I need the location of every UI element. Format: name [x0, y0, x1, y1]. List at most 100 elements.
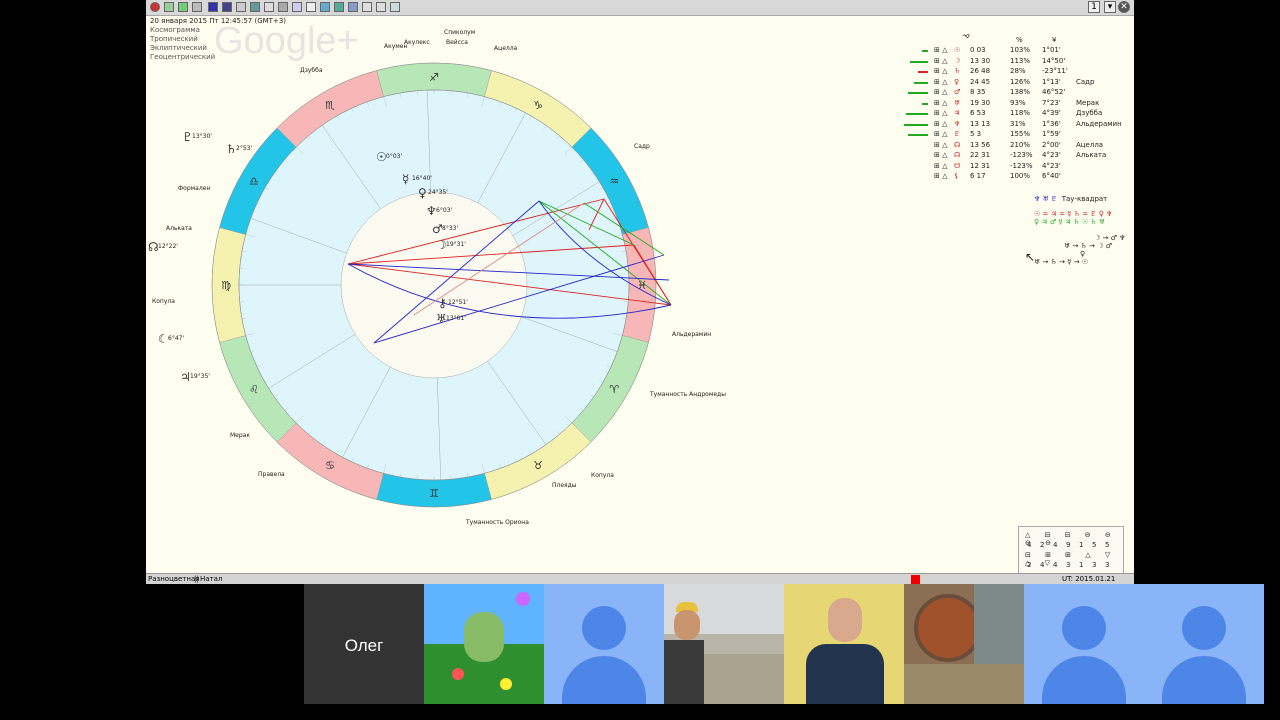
planet-sun-label: 0°03' — [386, 153, 402, 160]
row-degree: 13 13 — [970, 119, 991, 128]
row-value: 1°01' — [1042, 46, 1061, 54]
participant-tile-oleg[interactable]: Олег — [304, 584, 424, 704]
star-label: Туманность Андромеды — [649, 391, 726, 398]
row-percent: 126% — [1010, 77, 1031, 86]
star-label: Копула — [152, 298, 175, 305]
legend-count: 1 — [1079, 541, 1084, 549]
row-degree: 0 03 — [970, 46, 986, 54]
row-star: Альдерамин — [1076, 119, 1122, 128]
avatar-icon — [582, 606, 626, 650]
participant-tile-artwork[interactable] — [904, 584, 1024, 704]
row-bar — [906, 113, 928, 115]
tau-label: Тау-квадрат — [1061, 195, 1108, 203]
star-label: Акулекс — [404, 39, 430, 46]
row-bar — [908, 92, 928, 94]
row-value: 4°23' — [1042, 161, 1061, 170]
planet-chiron-label: 12°51' — [448, 299, 468, 306]
row-value: 1°36' — [1042, 119, 1061, 128]
star-label: Ацелла — [494, 45, 518, 52]
row-degree: 5 3 — [970, 130, 982, 138]
row-star: Ацелла — [1076, 140, 1104, 149]
aspect-row: ⊞ △ ☉ 0 03 103% 1°01' — [892, 46, 1132, 56]
star-label: Вейсса — [446, 39, 468, 46]
row-bar — [910, 60, 928, 63]
row-percent: 138% — [1010, 88, 1031, 96]
participant-tile-photo-1[interactable] — [664, 584, 784, 704]
row-bar — [918, 71, 928, 73]
row-percent: -123% — [1010, 151, 1033, 159]
star-label: Плеяды — [552, 482, 577, 489]
status-bar: Разноцветная || Натал UT: 2015.01.21 20:… — [146, 573, 1134, 584]
planet-mercury-icon[interactable]: ☿ — [402, 172, 409, 186]
astrology-app-window: 1 ▾ ✕ 20 января 2015 Пт 12:45:57 (GMT+3)… — [146, 0, 1134, 584]
legend-count: 2 — [1027, 561, 1032, 569]
star-label: Спиколум — [444, 29, 475, 36]
participant-tile-cartoon[interactable] — [424, 584, 544, 704]
sign-glyph: ♒ — [609, 175, 619, 188]
aspect-legend: △ ⊟ ⊟ ⊖ ⊖ ⊖ ⊖ 4249155 ⊟ ⊞ ⊞ △ ▽ △ ▽ 2443… — [1018, 526, 1124, 574]
row-value: 6°40' — [1042, 172, 1061, 180]
sign-glyph: ♓ — [637, 279, 647, 292]
sign-glyph: ♌ — [249, 383, 259, 396]
participant-tile-photo-2[interactable] — [784, 584, 904, 704]
row-star: Садр — [1076, 77, 1095, 86]
row-degree: 12 31 — [970, 161, 991, 170]
status-color-scheme[interactable]: Разноцветная — [148, 575, 199, 583]
aspect-row: ⊞ △ ♅ 19 30 93% 7°23' Мерак — [892, 99, 1132, 109]
row-bar — [922, 50, 928, 52]
row-percent: -123% — [1010, 161, 1033, 170]
legend-count: 2 — [1040, 541, 1045, 549]
participant-tile-avatar-3[interactable] — [1144, 584, 1264, 704]
aspect-row: ⊞ △ ☊ 13 56 210% 2°00' Ацелла — [934, 140, 1104, 149]
row-degree: 6 53 — [970, 109, 986, 117]
row-bar — [904, 123, 928, 126]
row-percent: 93% — [1010, 98, 1026, 107]
planet-lilith-label: 6°47' — [168, 335, 184, 342]
star-label: Альдерамин — [672, 331, 711, 338]
aspect-row: ⊞ △ ♆ 13 13 31% 1°36' Альдерамин — [892, 120, 1132, 130]
sign-glyph: ♊ — [429, 487, 439, 500]
sign-glyph: ♑ — [533, 99, 543, 112]
planet-mercury-label: 16°40' — [412, 175, 432, 182]
row-value: 14°50' — [1042, 56, 1066, 65]
star-label: Мерак — [230, 432, 250, 439]
avatar-icon — [1182, 606, 1226, 650]
planet-chiron-icon[interactable]: ⚷ — [438, 296, 447, 310]
participant-tile-avatar-1[interactable] — [544, 584, 664, 704]
sign-glyph: ♍ — [221, 279, 231, 292]
record-icon[interactable] — [911, 575, 920, 584]
aspect-row: ⊞ △ ☽ 13 30 113% 14°50' — [892, 57, 1132, 67]
legend-count: 3 — [1066, 561, 1071, 569]
planet-venus-label: 24°35' — [428, 189, 448, 196]
aspect-row: ⊞ △ ☊ 22 31 -123% 4°23' Альката — [934, 151, 1107, 159]
row-value: 7°23' — [1042, 98, 1061, 107]
row-value: 1°13' — [1042, 77, 1061, 86]
sign-glyph: ♋ — [325, 459, 335, 472]
planet-venus-icon[interactable]: ♀ — [418, 186, 427, 200]
row-percent: 155% — [1010, 130, 1031, 138]
aspect-header-3: ¥ — [1052, 36, 1057, 44]
star-label: Акумен — [384, 43, 407, 50]
row-value: 2°00' — [1042, 140, 1061, 149]
legend-count: 4 — [1053, 561, 1058, 569]
row-value: 1°59' — [1042, 130, 1061, 138]
legend-count: 5 — [1105, 541, 1110, 549]
row-star: Мерак — [1076, 98, 1100, 107]
planet-uranus-label: 13°01' — [446, 315, 466, 322]
sign-glyph: ♏ — [325, 99, 335, 112]
aspect-row: ⊞ △ ♂ 8 35 138% 46°52' — [892, 88, 1132, 98]
star-label: Дзубба — [300, 67, 323, 74]
sign-glyph: ♉ — [533, 459, 543, 472]
row-degree: 6 17 — [970, 172, 986, 180]
participant-tile-avatar-2[interactable] — [1024, 584, 1144, 704]
star-label: Садр — [634, 143, 650, 150]
star-label: Туманность Ориона — [465, 519, 529, 526]
row-degree: 13 56 — [970, 140, 991, 149]
status-chart-type[interactable]: Натал — [200, 575, 222, 583]
row-bar — [908, 134, 928, 136]
planet-neptune-label: 6°03' — [436, 207, 452, 214]
star-label: Правела — [258, 471, 285, 478]
legend-count: 1 — [1079, 561, 1084, 569]
row-percent: 103% — [1010, 46, 1031, 54]
planet-node-label: 12°22' — [158, 243, 178, 250]
